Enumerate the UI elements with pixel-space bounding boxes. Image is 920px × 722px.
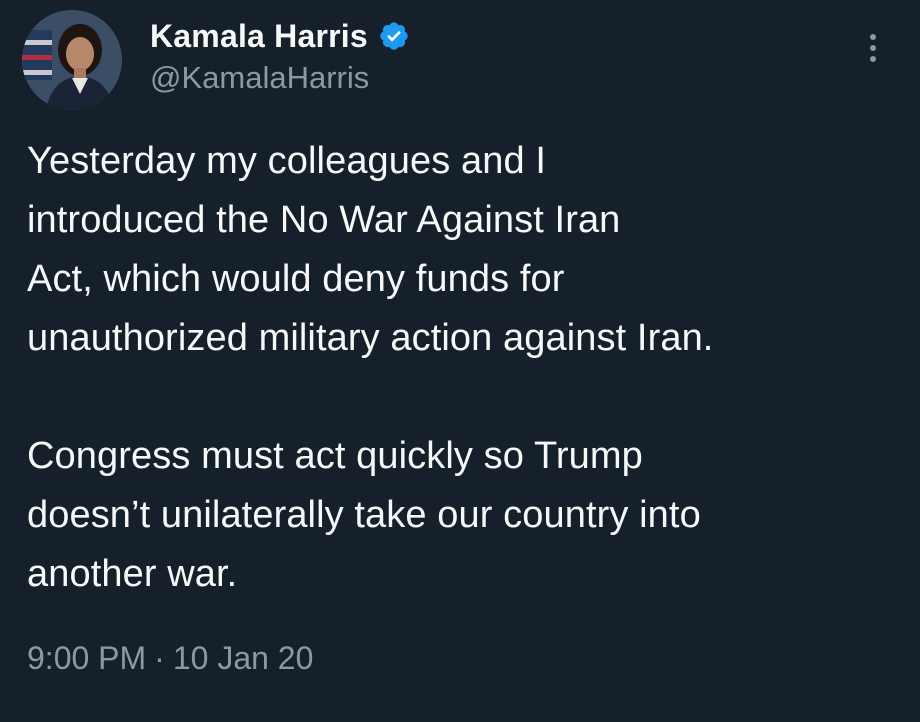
avatar[interactable] bbox=[22, 10, 122, 110]
user-handle[interactable]: @KamalaHarris bbox=[150, 60, 369, 96]
tweet-card: Kamala Harris @KamalaHarris Yesterday my… bbox=[0, 0, 920, 722]
display-name[interactable]: Kamala Harris bbox=[150, 18, 368, 55]
tweet-paragraph: Yesterday my colleagues and I introduced… bbox=[27, 140, 714, 359]
tweet-text: Yesterday my colleagues and I introduced… bbox=[27, 132, 907, 604]
profile-photo bbox=[22, 10, 122, 110]
name-row: Kamala Harris bbox=[150, 14, 410, 58]
separator: · bbox=[154, 640, 165, 676]
verified-badge-icon bbox=[378, 20, 410, 52]
more-options-icon[interactable] bbox=[864, 34, 882, 70]
tweet-date: 10 Jan 20 bbox=[172, 640, 314, 676]
tweet-timestamp[interactable]: 9:00 PM · 10 Jan 20 bbox=[27, 640, 313, 677]
tweet-paragraph: Congress must act quickly so Trump doesn… bbox=[27, 435, 701, 595]
tweet-time: 9:00 PM bbox=[27, 640, 147, 676]
